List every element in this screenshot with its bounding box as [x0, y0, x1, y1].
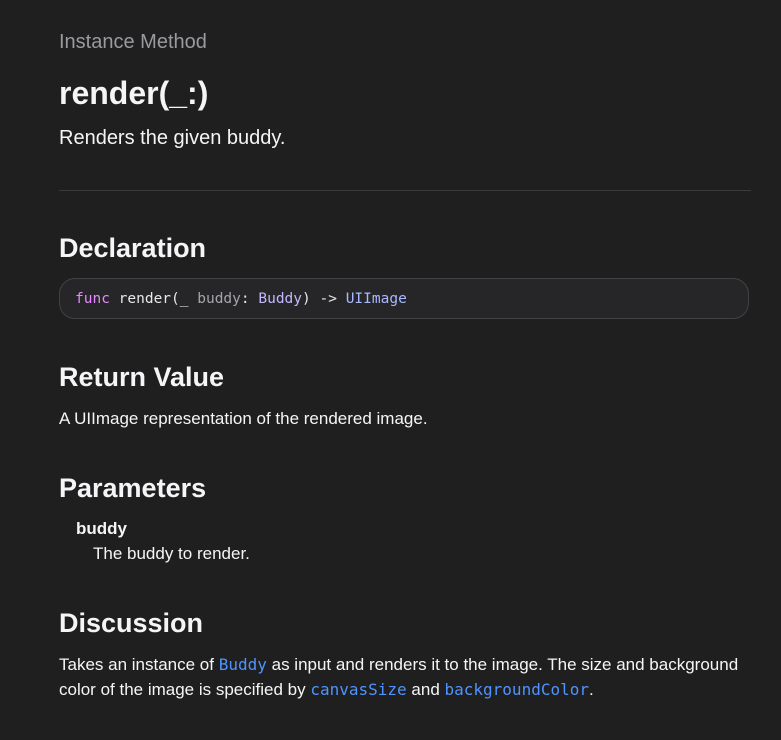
section-divider [59, 190, 751, 191]
code-colon: : [240, 291, 250, 307]
code-return-type[interactable]: UIImage [346, 291, 407, 307]
declaration-heading: Declaration [59, 233, 207, 263]
declaration-code-block: func render(_ buddy: Buddy) -> UIImage [59, 278, 749, 319]
return-value-text: A UIImage representation of the rendered… [59, 409, 428, 428]
code-external-label: _ [179, 291, 189, 307]
buddy-link[interactable]: Buddy [219, 655, 267, 674]
discussion-text: Takes an instance of Buddy as input and … [59, 652, 751, 702]
code-param-name: buddy [197, 291, 241, 307]
background-color-link[interactable]: backgroundColor [445, 680, 590, 699]
parameter-description: The buddy to render. [93, 544, 250, 563]
parameter-name: buddy [76, 519, 127, 538]
code-keyword: func [75, 291, 110, 307]
abstract-text: Renders the given buddy. [59, 127, 286, 149]
discussion-text-part: Takes an instance of [59, 655, 219, 674]
code-param-type[interactable]: Buddy [258, 291, 302, 307]
discussion-text-part: . [589, 680, 594, 699]
code-arrow: -> [319, 291, 337, 307]
page-title: render(_:) [59, 75, 209, 111]
discussion-heading: Discussion [59, 608, 204, 638]
discussion-text-part: and [406, 680, 445, 699]
canvas-size-link[interactable]: canvasSize [310, 680, 406, 699]
symbol-kind-label: Instance Method [59, 31, 207, 53]
code-function-name: render( [118, 291, 180, 307]
return-value-heading: Return Value [59, 362, 225, 392]
parameters-heading: Parameters [59, 473, 207, 503]
code-close-paren: ) [302, 291, 311, 307]
